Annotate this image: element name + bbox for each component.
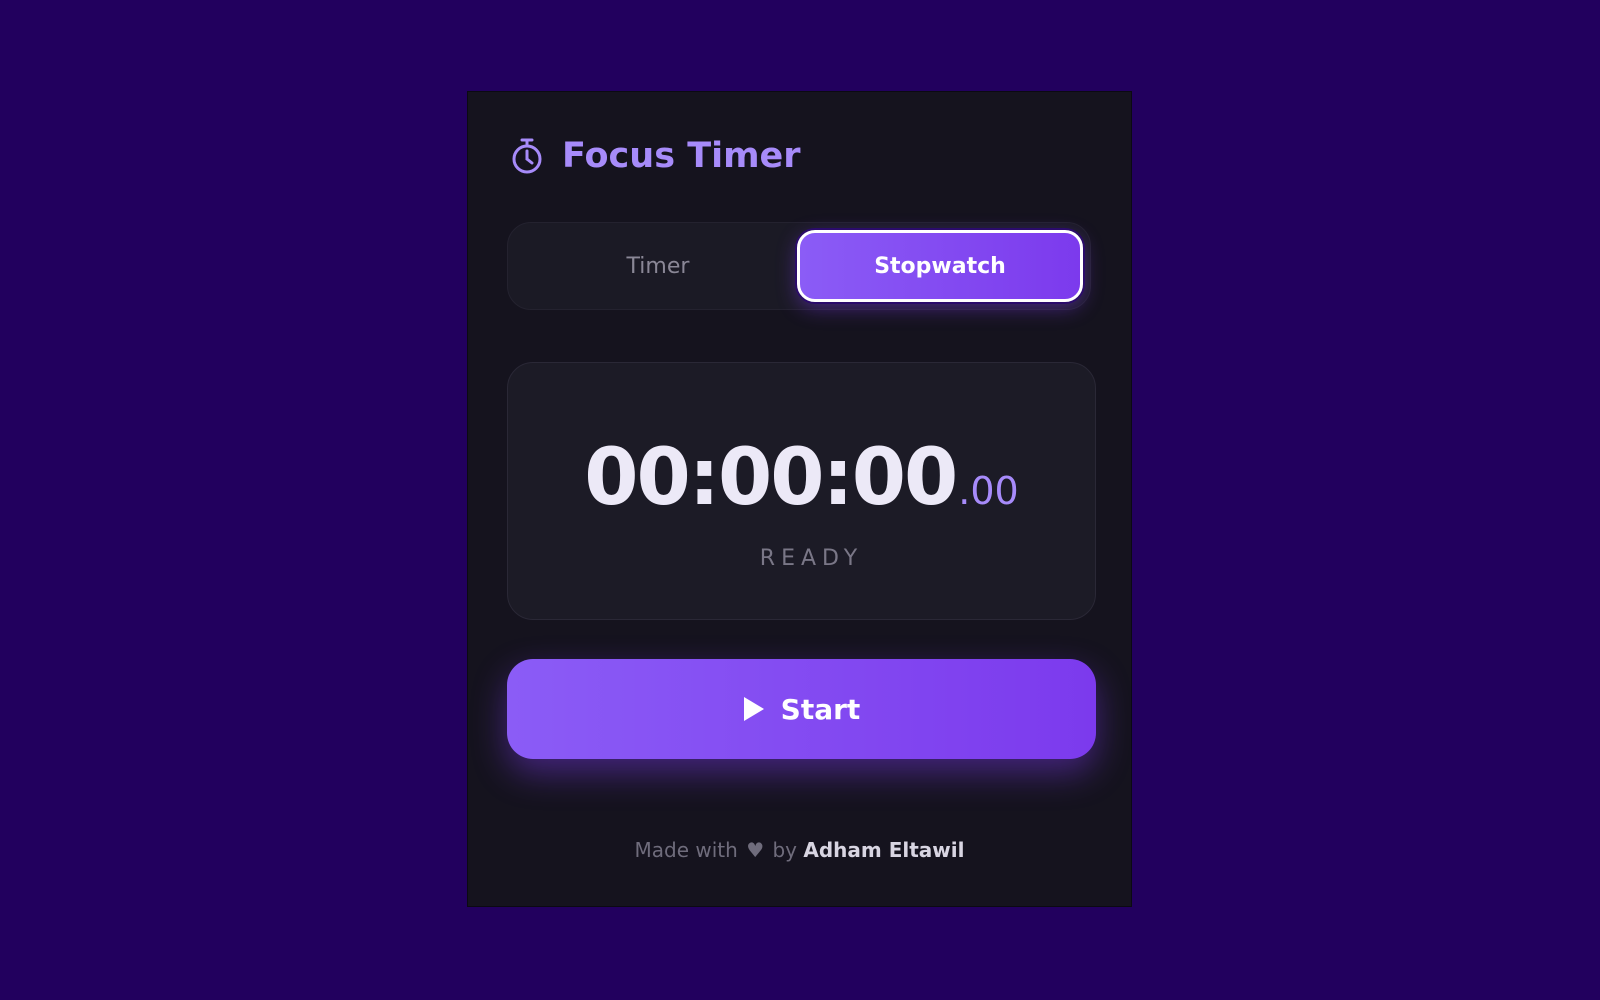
- tab-stopwatch[interactable]: Stopwatch: [797, 230, 1083, 302]
- milliseconds-value: .00: [958, 469, 1019, 513]
- focus-timer-card: Focus Timer Timer Stopwatch 00:00:00.00 …: [467, 91, 1132, 907]
- footer: Made with ♥ by Adham Eltawil: [468, 838, 1131, 862]
- footer-by: by: [772, 838, 798, 862]
- stopwatch-icon: [512, 138, 542, 174]
- header: Focus Timer: [510, 136, 801, 176]
- heart-icon: ♥: [746, 838, 765, 862]
- author-name: Adham Eltawil: [803, 838, 965, 862]
- play-icon: [743, 697, 764, 721]
- time-display: 00:00:00.00 READY: [507, 362, 1096, 620]
- start-button[interactable]: Start: [507, 659, 1096, 759]
- tab-timer[interactable]: Timer: [515, 230, 801, 302]
- start-button-label: Start: [780, 692, 861, 726]
- mode-tabs: Timer Stopwatch: [507, 222, 1091, 310]
- time-value: 00:00:00: [584, 433, 958, 523]
- app-title: Focus Timer: [562, 136, 801, 176]
- time-readout: 00:00:00.00: [508, 433, 1095, 523]
- status-label: READY: [759, 546, 864, 571]
- footer-prefix: Made with: [634, 838, 738, 862]
